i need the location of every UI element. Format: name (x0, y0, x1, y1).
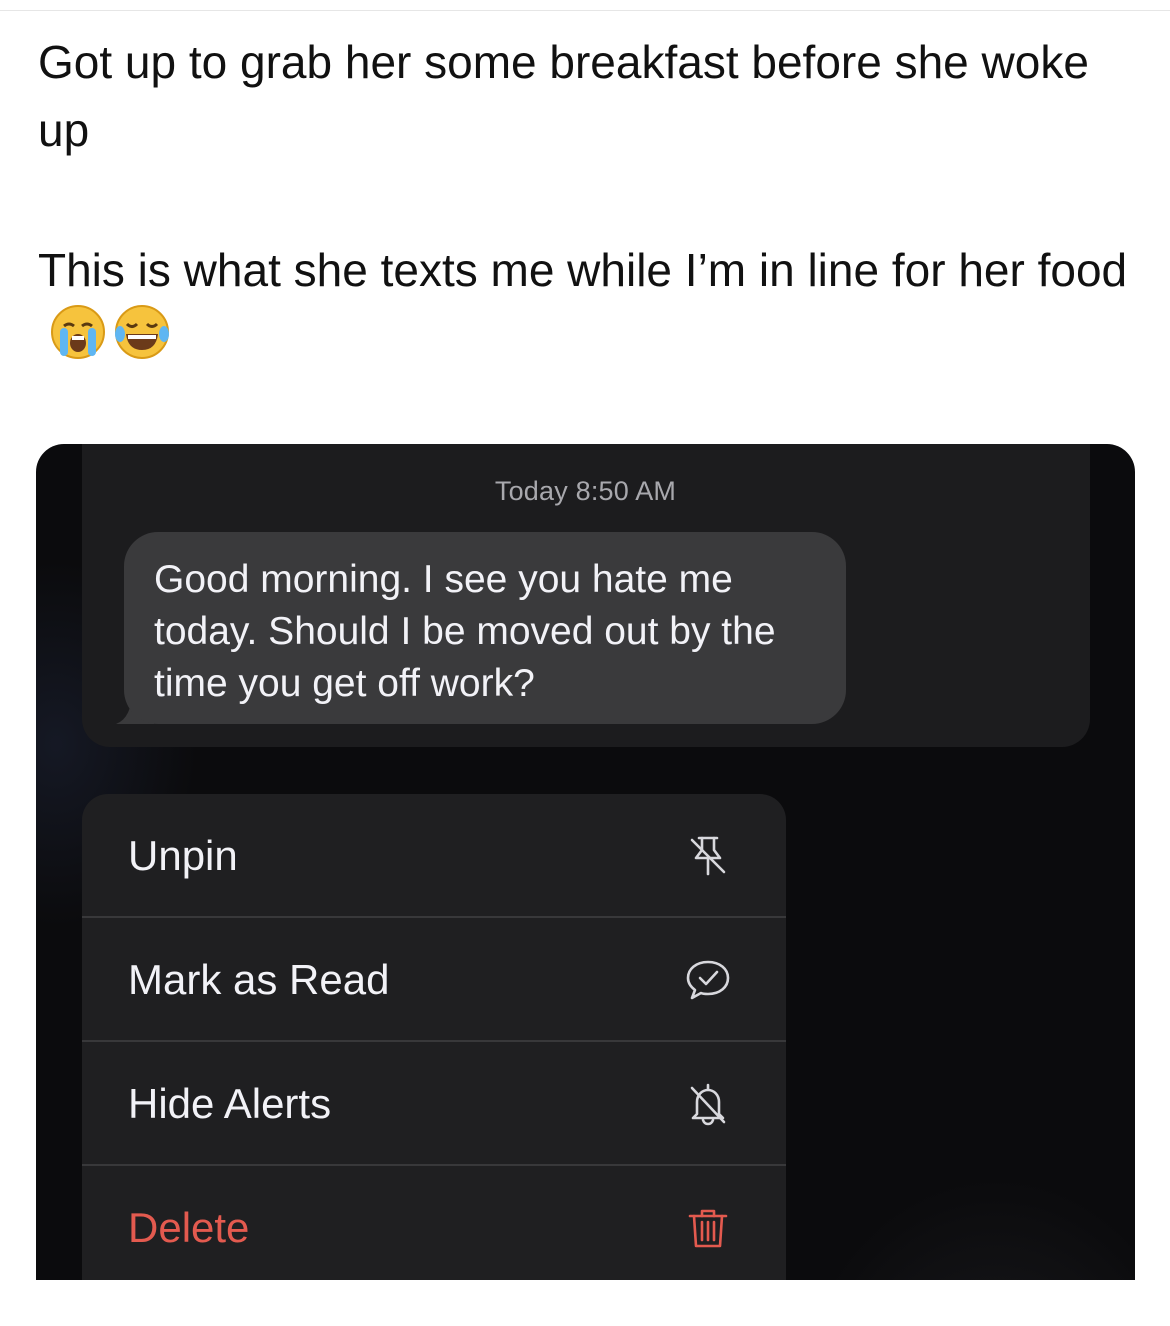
post-caption-second: This is what she texts me while I’m in l… (38, 236, 1148, 372)
unpin-icon (690, 836, 726, 875)
trash-icon (688, 1209, 728, 1247)
face-with-tears-of-joy-icon (115, 305, 169, 359)
messages-screenshot: Today 8:50 AM Good morning. I see you ha… (36, 444, 1135, 1280)
message-timestamp: Today 8:50 AM (494, 476, 677, 506)
menu-item-unpin[interactable]: Unpin (82, 794, 786, 917)
context-menu: Unpin Mark as Read Hide Alerts Delete (82, 794, 786, 1280)
emoji-row (50, 304, 170, 360)
mark-read-bubble-icon (686, 960, 730, 999)
top-divider (0, 10, 1170, 11)
menu-item-delete[interactable]: Delete (82, 1166, 786, 1280)
menu-item-label: Delete (128, 1203, 250, 1251)
menu-item-hide-alerts[interactable]: Hide Alerts (82, 1042, 786, 1165)
menu-item-label: Hide Alerts (128, 1079, 332, 1127)
menu-item-label: Mark as Read (128, 955, 390, 1003)
loudly-crying-face-icon (51, 305, 105, 359)
incoming-message-bubble: Good morning. I see you hate me today. S… (124, 532, 846, 724)
post-caption-first: Got up to grab her some breakfast before… (38, 36, 1089, 156)
menu-item-mark-as-read[interactable]: Mark as Read (82, 918, 786, 1041)
menu-item-label: Unpin (128, 831, 238, 879)
bell-slash-icon (690, 1083, 726, 1125)
